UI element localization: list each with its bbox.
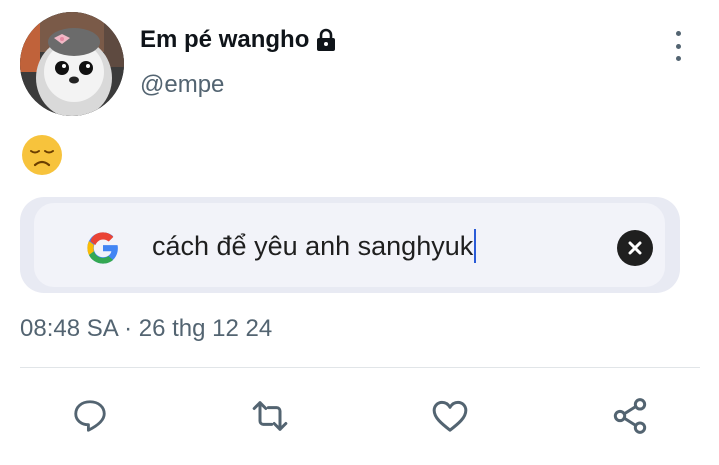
retweet-icon bbox=[252, 401, 288, 431]
share-button[interactable] bbox=[610, 396, 650, 436]
search-bar: cách để yêu anh sanghyuk bbox=[34, 203, 665, 287]
reply-button[interactable] bbox=[70, 396, 110, 436]
more-vertical-icon[interactable] bbox=[666, 31, 690, 61]
author-name-row[interactable]: Em pé wangho bbox=[140, 26, 337, 54]
search-query: cách để yêu anh sanghyuk bbox=[152, 230, 474, 261]
tweet-actions-bar bbox=[0, 390, 719, 442]
tweet-timestamp[interactable]: 08:48 SA · 26 thg 12 24 bbox=[20, 315, 272, 343]
avatar[interactable] bbox=[20, 12, 124, 116]
share-icon bbox=[613, 398, 647, 434]
divider bbox=[20, 367, 700, 368]
clear-icon bbox=[617, 230, 653, 266]
like-button[interactable] bbox=[430, 396, 470, 436]
like-icon bbox=[432, 400, 468, 432]
disappointed-face-emoji bbox=[22, 135, 62, 175]
google-logo-icon bbox=[87, 232, 118, 264]
search-card-image[interactable]: cách để yêu anh sanghyuk bbox=[20, 197, 680, 293]
reply-icon bbox=[74, 400, 106, 432]
retweet-button[interactable] bbox=[250, 396, 290, 436]
author-display-name[interactable]: Em pé wangho bbox=[140, 26, 309, 54]
lock-icon bbox=[317, 28, 336, 51]
search-query-text: cách để yêu anh sanghyuk bbox=[152, 229, 477, 263]
author-handle[interactable]: @empe bbox=[140, 71, 224, 99]
penguin-with-bow-avatar bbox=[20, 12, 124, 116]
text-caret bbox=[474, 229, 477, 263]
